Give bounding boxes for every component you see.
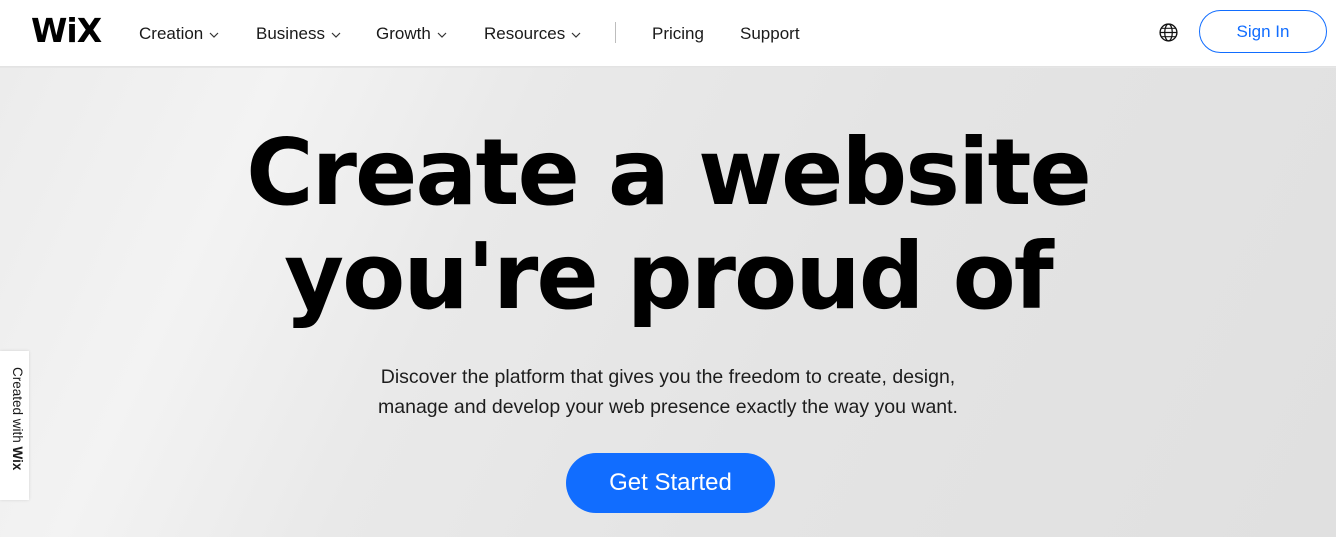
get-started-button[interactable]: Get Started [566, 453, 775, 513]
hero-headline-line-1: Create a website [246, 119, 1092, 226]
badge-brand: Wix [10, 446, 25, 471]
wix-logo[interactable]: WiX [31, 13, 102, 49]
nav-label: Pricing [652, 23, 704, 43]
nav-item-support[interactable]: Support [740, 0, 800, 67]
chevron-down-icon [331, 32, 341, 38]
badge-prefix: Created with [10, 367, 25, 447]
nav-label: Creation [139, 23, 204, 43]
badge-text: Created with Wix [3, 367, 25, 487]
nav-item-resources[interactable]: Resources [484, 0, 582, 67]
nav-label: Support [740, 23, 800, 43]
chevron-down-icon [209, 32, 219, 38]
top-navigation-bar: WiX Creation Business Growth Resources P… [0, 0, 1336, 67]
chevron-down-icon [437, 32, 447, 38]
nav-item-growth[interactable]: Growth [376, 0, 448, 67]
hero-headline-line-2: you're proud of [284, 223, 1054, 330]
nav-item-business[interactable]: Business [256, 0, 342, 67]
sign-in-button[interactable]: Sign In [1199, 10, 1327, 53]
nav-label: Resources [484, 23, 566, 43]
nav-item-creation[interactable]: Creation [139, 0, 220, 67]
chevron-down-icon [571, 32, 581, 38]
nav-label: Growth [376, 23, 431, 43]
nav-divider [615, 22, 616, 43]
created-with-wix-badge[interactable]: Created with Wix [0, 351, 29, 500]
nav-item-pricing[interactable]: Pricing [652, 0, 704, 67]
hero-subtitle-line-2: manage and develop your web presence exa… [378, 396, 958, 418]
hero-subtitle-line-1: Discover the platform that gives you the… [380, 366, 956, 388]
nav-label: Business [256, 23, 325, 43]
globe-icon[interactable] [1158, 22, 1179, 43]
